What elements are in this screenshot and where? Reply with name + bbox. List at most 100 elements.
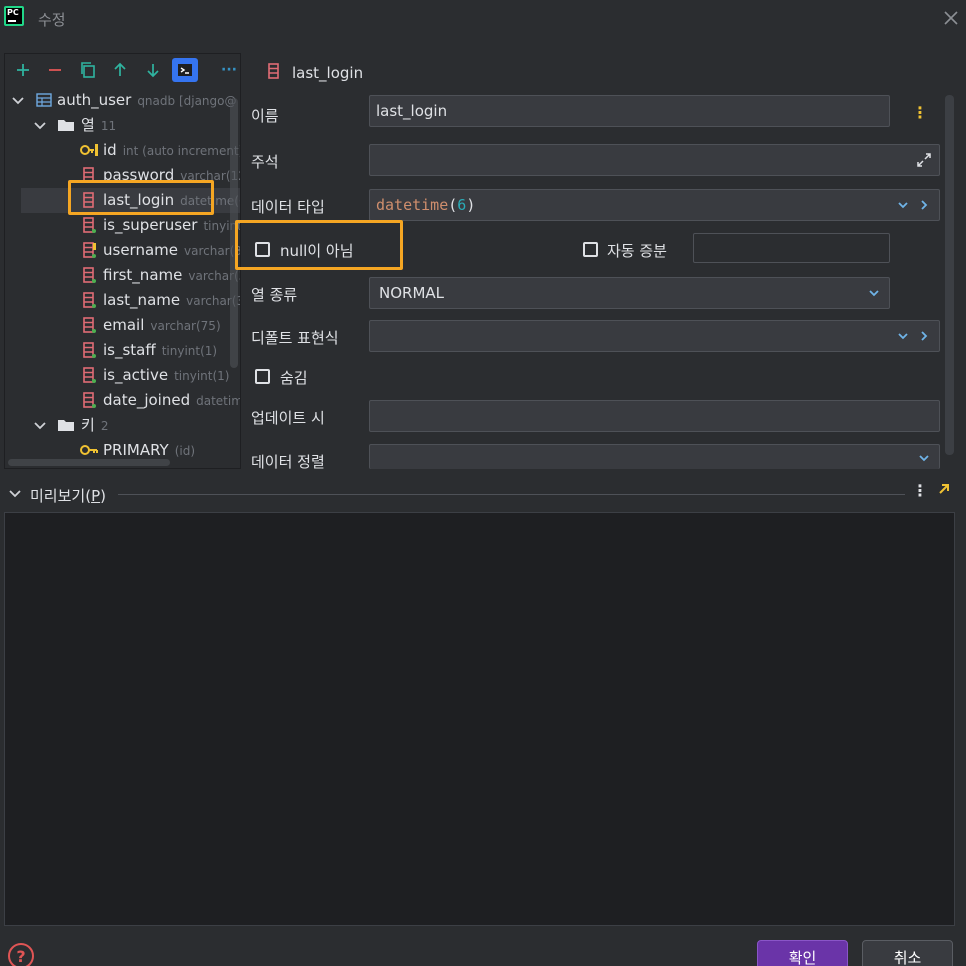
column-type: tinyint(1) [161,344,218,358]
chevron-down-icon[interactable] [918,452,930,464]
add-icon[interactable] [10,58,36,82]
column-name: is_active [103,366,169,384]
key-columns: (id) [174,444,196,458]
help-icon[interactable]: ? [8,943,34,966]
hidden-checkbox[interactable] [255,369,270,384]
column-type: datetime [196,394,240,408]
hidden-label: 숨김 [280,369,308,387]
column-icon [83,317,96,333]
window-title: 수정 [38,11,66,29]
open-in-window-icon[interactable] [937,482,951,496]
column-name: first_name [103,266,183,284]
chevron-right-icon[interactable] [918,330,930,342]
key-name: PRIMARY [103,441,169,459]
tree-row-column[interactable]: first_name varchar(3 [5,263,240,288]
move-up-icon[interactable] [107,58,133,82]
auto-increment-field[interactable] [693,233,890,263]
column-name: last_name [103,291,181,309]
chevron-down-icon[interactable] [33,119,47,133]
highlight-last-login-row [68,180,214,215]
column-icon [83,342,96,358]
tree-toolbar: ··· [5,54,240,86]
console-icon[interactable] [172,58,198,82]
tree-row-column[interactable]: id int (auto increment) [5,138,241,163]
tree-row-column[interactable]: email varchar(75) [5,313,240,338]
column-icon [83,392,96,408]
data-type-value: datetime(6) [376,196,476,214]
column-type: tinyint(1) [174,369,230,383]
tree-row-columns-group[interactable]: 열 11 [5,113,240,138]
form-header-title: last_login [292,64,364,82]
preview-label[interactable]: 미리보기(P) [30,485,106,506]
chevron-down-icon[interactable] [8,487,22,501]
column-icon [268,63,279,79]
chevron-down-icon[interactable] [897,330,909,342]
data-type-label: 데이터 타입 [251,198,325,216]
column-icon [83,267,96,283]
tree-row-keys-group[interactable]: 키2 [5,413,240,438]
comment-label: 주석 [251,153,279,171]
more-options-button[interactable]: ··· [216,58,240,82]
name-label: 이름 [251,107,279,125]
table-icon [36,93,52,107]
ok-button[interactable]: 확인 [757,940,848,966]
schema-tree-panel: ··· auth_user qnadb [django@ 열 11 id int (a… [4,53,241,469]
chevron-down-icon[interactable] [868,287,880,299]
name-field[interactable]: last_login [369,95,890,127]
preview-divider [118,494,905,495]
auto-increment-label: 자동 증분 [607,242,667,260]
cancel-button[interactable]: 취소 [862,940,953,966]
column-type: varchar(75) [150,319,221,333]
name-value: last_login [376,102,448,120]
table-name: auth_user [57,91,132,109]
data-type-field[interactable]: datetime(6) [369,189,940,221]
form-vertical-scrollbar[interactable] [945,95,954,455]
column-name: email [103,316,145,334]
keys-group-label: 키 [81,416,95,434]
folder-icon [58,120,74,131]
tree-row-column[interactable]: username varchar(3 [5,238,240,263]
auto-increment-checkbox[interactable] [583,242,598,257]
index-column-icon [83,242,96,258]
preview-header: 미리보기(P) ⋮ [0,478,966,510]
column-name: is_superuser [103,216,198,234]
default-expression-label: 디폴트 표현식 [251,329,339,347]
column-kind-select[interactable]: NORMAL [369,277,890,309]
tree-row-column[interactable]: last_namevarchar(30 [5,288,240,313]
collation-select[interactable] [369,444,940,469]
preview-area[interactable] [4,512,955,926]
column-kind-label: 열 종류 [251,286,298,304]
kebab-menu-icon[interactable]: ⋮ [912,481,928,501]
tree-row-column[interactable]: date_joined datetime [5,388,240,413]
column-icon [83,217,96,233]
expand-icon[interactable] [916,152,932,168]
comment-field[interactable] [369,144,940,176]
copy-icon[interactable] [75,58,101,82]
tree-row-auth-user[interactable]: auth_user qnadb [django@ [5,88,240,113]
chevron-down-icon[interactable] [897,199,909,211]
column-type: int (auto increment) [122,144,241,158]
tree-row-column[interactable]: is_superuser tinyint [5,213,240,238]
remove-icon[interactable] [42,58,68,82]
column-name: username [103,241,178,259]
tree-row-column[interactable]: is_active tinyint(1) [5,363,240,388]
chevron-down-icon[interactable] [11,94,25,108]
tree-row-column[interactable]: is_staff tinyint(1) [5,338,240,363]
column-icon [83,367,96,383]
key-column-icon [80,144,98,156]
chevron-down-icon[interactable] [33,419,47,433]
table-schema: qnadb [django@ [137,94,237,108]
close-icon[interactable] [941,8,961,28]
default-expression-field[interactable] [369,320,940,352]
column-name: id [103,141,117,159]
folder-icon [58,420,74,431]
on-update-field[interactable] [369,400,940,432]
keys-count: 2 [100,419,109,433]
on-update-label: 업데이트 시 [251,409,325,427]
tree-horizontal-scrollbar[interactable] [8,459,170,466]
highlight-not-null [235,220,403,270]
move-down-icon[interactable] [140,58,166,82]
kebab-menu-icon[interactable]: ⋮ [912,104,928,122]
column-name: is_staff [103,341,156,359]
chevron-right-icon[interactable] [918,199,930,211]
